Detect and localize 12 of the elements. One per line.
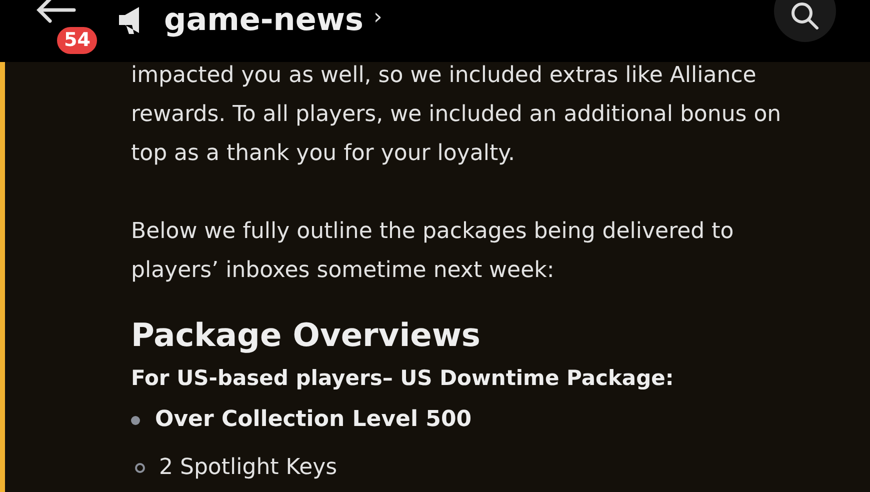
message-paragraph: Below we fully outline the packages being delivered to players’ inboxes sometime next week: [131,218,735,285]
hollow-bullet-icon [135,463,145,473]
list-item: Over Collection Level 500 [155,406,472,434]
search-icon [790,1,820,31]
channel-name[interactable]: game-news [164,4,364,36]
section-heading: Package Overviews [131,315,482,355]
section-subheading: For US-based players– US Downtime Package: [131,365,675,392]
channel-chevron[interactable]: › [374,7,382,29]
bullet-icon [131,416,140,424]
list-item: 2 Spotlight Keys [159,454,338,482]
back-arrow-icon [36,0,76,23]
message-paragraph: impacted you as well, so we included extras like Alliance rewards. To all players, we included an additional bonus on top as a thank you for your loyalty. [131,62,782,168]
